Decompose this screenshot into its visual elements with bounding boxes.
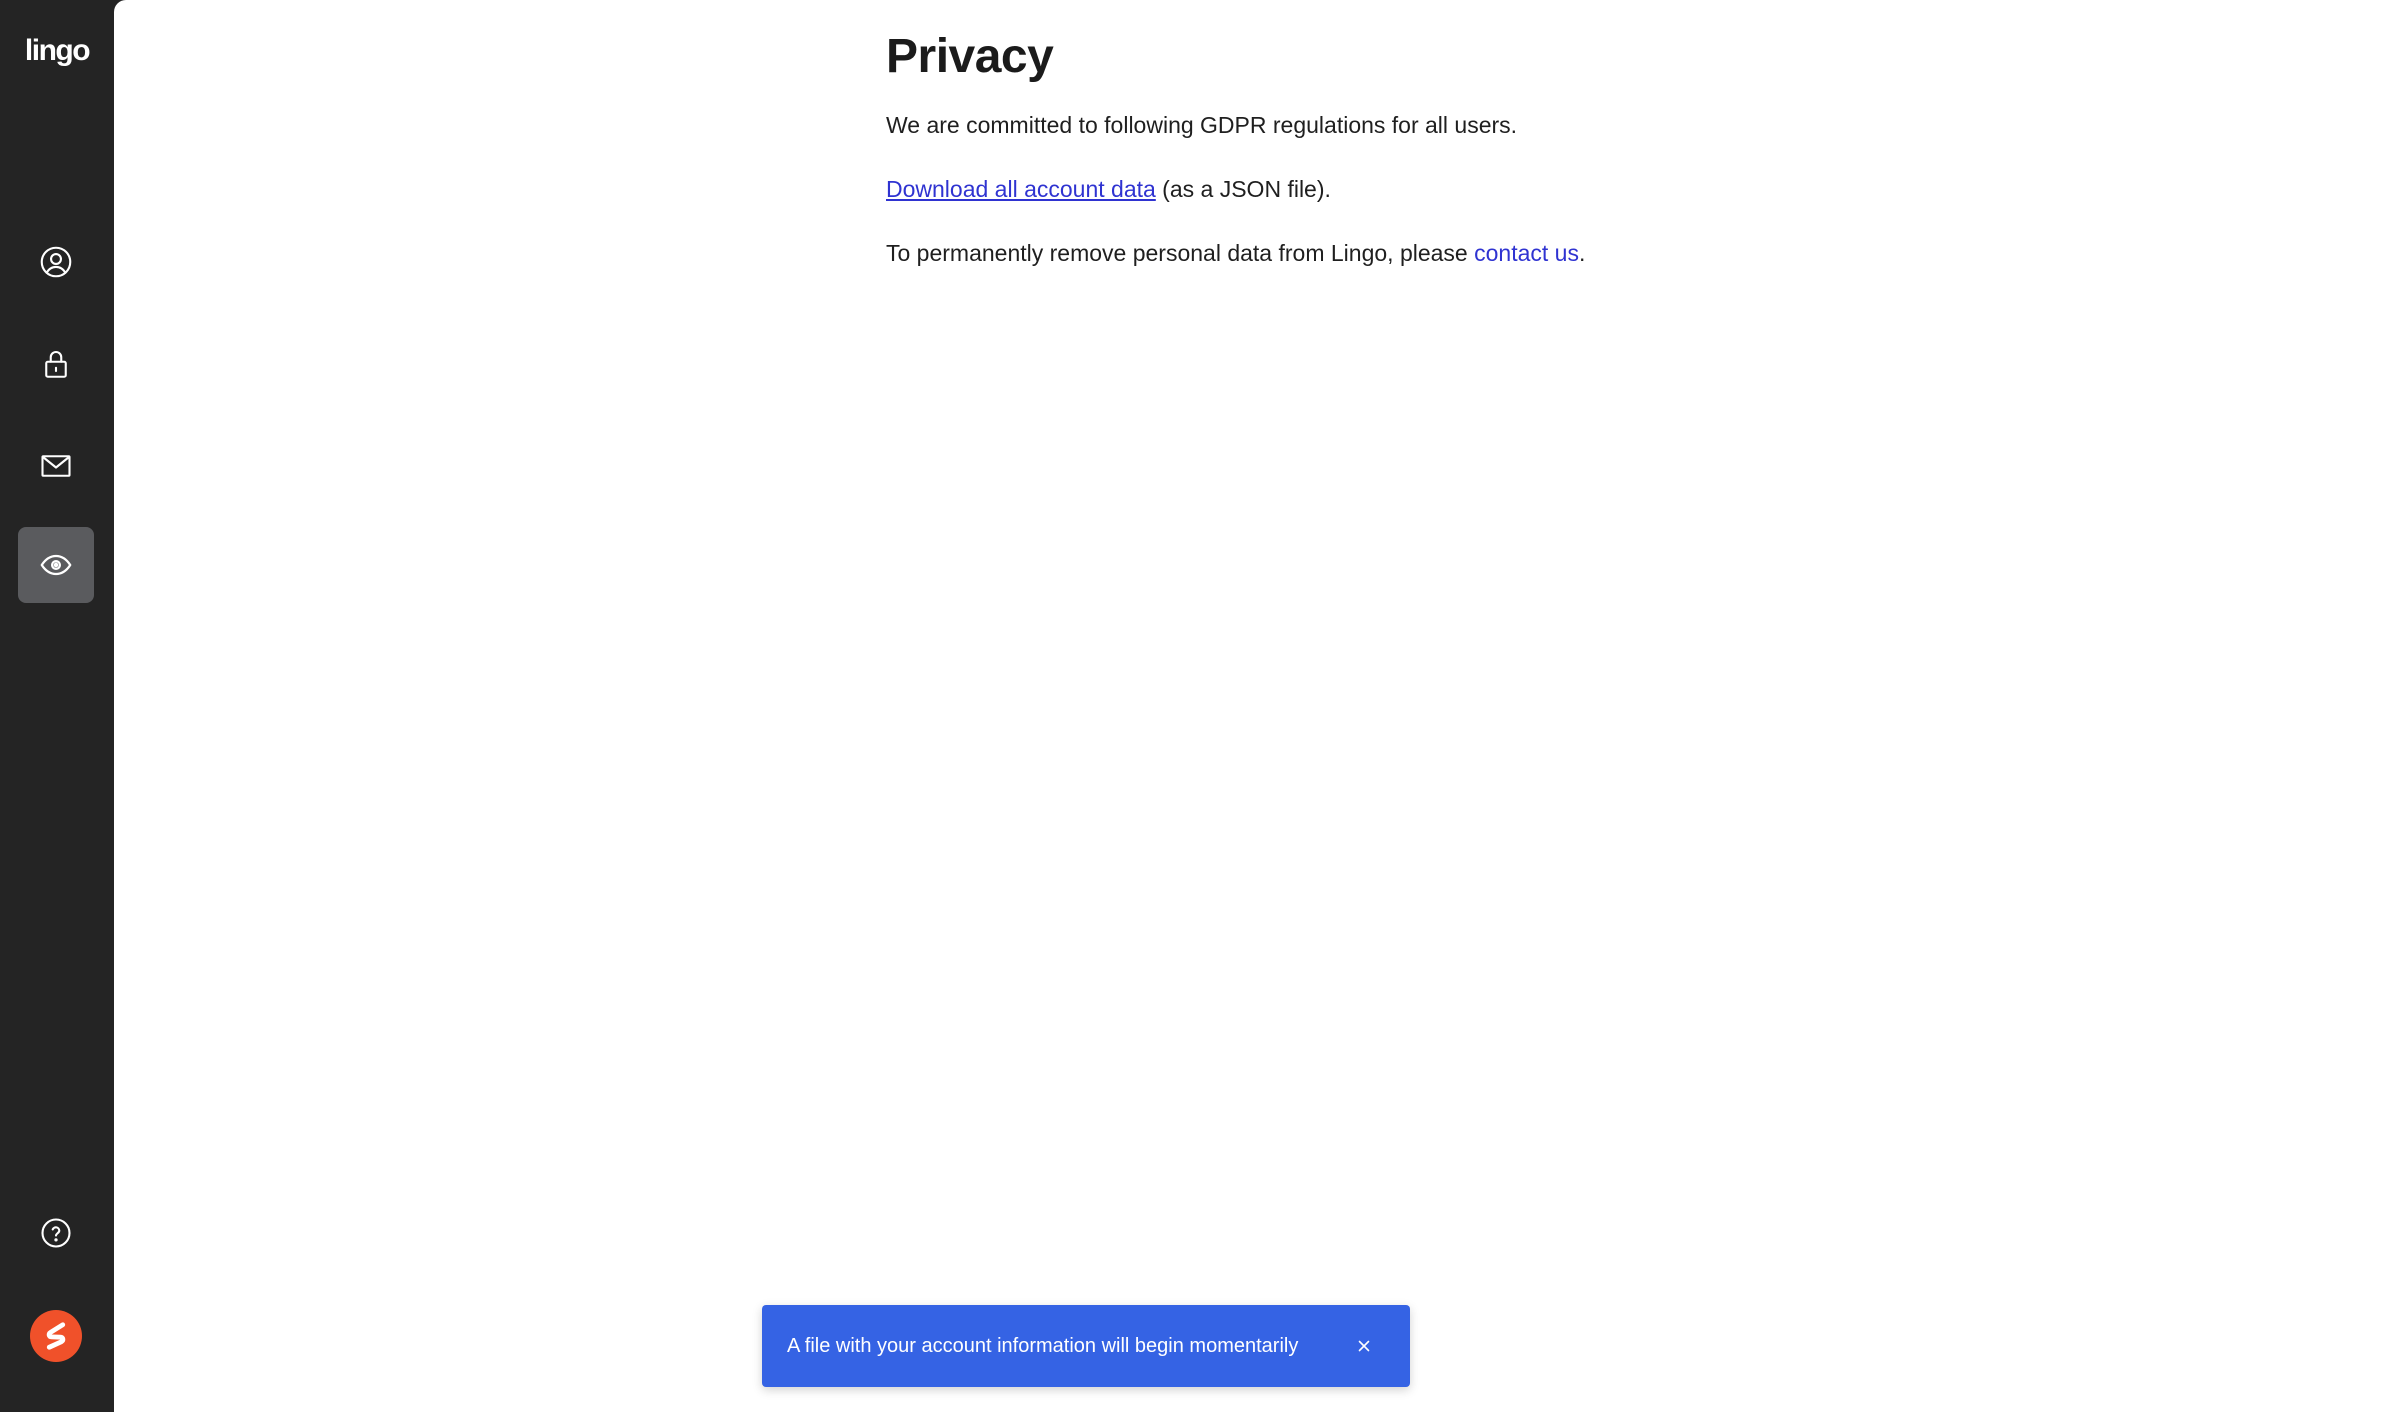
remove-data-suffix: . [1578,240,1586,266]
brand-avatar-icon [46,1322,66,1350]
user-circle-icon [40,246,72,278]
gdpr-statement: We are committed to following GDPR regul… [886,112,1518,138]
mail-icon [41,455,71,477]
sidebar: lingo [0,0,114,1412]
sidebar-item-email[interactable] [18,428,94,504]
eye-icon [40,554,72,576]
app-logo[interactable]: lingo [0,34,114,68]
sidebar-item-security[interactable] [18,326,94,402]
toast-close-button[interactable] [1350,1332,1378,1360]
toast-message: A file with your account information wil… [787,1334,1299,1357]
download-suffix-text: (as a JSON file). [1155,176,1331,202]
remove-data-paragraph: To permanently remove personal data from… [886,238,1886,268]
download-account-data-link[interactable]: Download all account data [886,176,1156,202]
sidebar-item-privacy[interactable] [18,527,94,603]
help-circle-icon [41,1218,71,1248]
download-toast: A file with your account information wil… [762,1305,1410,1387]
contact-us-link[interactable]: contact us [1474,240,1579,266]
download-paragraph: Download all account data (as a JSON fil… [886,174,1886,204]
help-button[interactable] [18,1195,94,1271]
privacy-section: Privacy We are committed to following GD… [886,26,1886,268]
avatar[interactable] [30,1310,82,1362]
close-icon [1358,1340,1370,1352]
lock-icon [45,351,67,378]
remove-data-text: To permanently remove personal data from… [886,240,1475,266]
main-content: Privacy We are committed to following GD… [114,0,2400,1412]
sidebar-item-profile[interactable] [18,224,94,300]
page-title: Privacy [886,30,1054,83]
